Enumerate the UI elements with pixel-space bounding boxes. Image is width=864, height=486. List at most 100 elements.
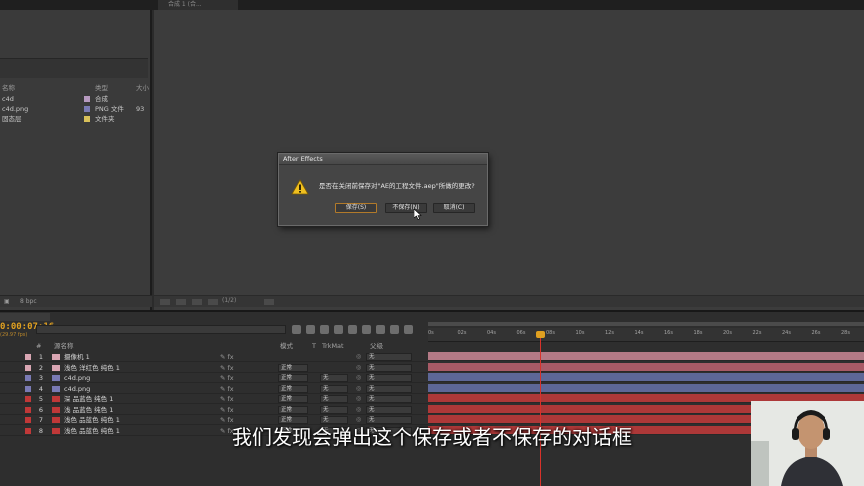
blend-mode-select[interactable]: 正常 bbox=[278, 395, 308, 403]
blend-mode-select[interactable]: 正常 bbox=[278, 374, 308, 382]
layer-duration-bar[interactable] bbox=[428, 383, 864, 393]
trkmat-select[interactable]: 无 bbox=[320, 374, 348, 382]
layer-name[interactable]: 浅 品蓝色 纯色 1 bbox=[64, 405, 194, 415]
layer-switches[interactable]: ✎ fx bbox=[220, 352, 250, 362]
blend-mode-select[interactable]: 正常 bbox=[278, 363, 308, 372]
parent-select[interactable]: 无 bbox=[366, 374, 412, 382]
brainstorm-icon[interactable] bbox=[362, 325, 371, 334]
layer-duration-bar[interactable] bbox=[428, 352, 864, 361]
save-button[interactable]: 保存(S) bbox=[335, 203, 377, 213]
video-subtitle: 我们发现会弹出这个保存或者不保存的对话框 bbox=[232, 425, 632, 449]
comp-mini-flowchart-icon[interactable] bbox=[292, 325, 301, 334]
project-col-size[interactable]: 大小 bbox=[136, 84, 149, 93]
layer-label-color[interactable] bbox=[25, 354, 31, 360]
layer-number: 6 bbox=[38, 405, 44, 414]
current-time-indicator-line[interactable] bbox=[540, 332, 541, 486]
layer-row[interactable]: 1 摄像机 1 ✎ fx ◎ 无 bbox=[0, 352, 428, 362]
pickwhip-icon[interactable]: ◎ bbox=[356, 373, 364, 383]
bpc-indicator[interactable]: 8 bpc bbox=[20, 296, 37, 308]
layer-switches[interactable]: ✎ fx bbox=[220, 394, 250, 404]
time-ruler[interactable]: 0s 02s 04s 06s 08s 10s 12s 14s 16s 18s 20s 22s 24s 26… bbox=[428, 328, 864, 342]
blend-mode-select[interactable]: 正常 bbox=[278, 384, 308, 393]
label-color-swatch[interactable] bbox=[84, 96, 90, 102]
layer-number: 5 bbox=[38, 395, 44, 403]
trkmat-select[interactable]: 无 bbox=[320, 384, 348, 393]
layer-switches[interactable]: ✎ fx bbox=[220, 373, 250, 383]
layer-label-color[interactable] bbox=[25, 396, 31, 402]
motion-blur-icon[interactable] bbox=[348, 325, 357, 334]
layer-label-color[interactable] bbox=[25, 385, 31, 392]
grid-toggle-icon[interactable] bbox=[176, 299, 186, 305]
layer-name[interactable]: 浅色 洋红色 纯色 1 bbox=[64, 363, 194, 373]
layer-row[interactable]: 3 c4d.png ✎ fx 正常 无 ◎ 无 bbox=[0, 373, 428, 383]
cancel-button[interactable]: 取消(C) bbox=[433, 203, 475, 213]
work-area-bar[interactable] bbox=[428, 322, 864, 326]
layer-name[interactable]: 深 品蓝色 纯色 1 bbox=[64, 394, 194, 404]
pickwhip-icon[interactable]: ◎ bbox=[356, 363, 364, 373]
layer-label-color[interactable] bbox=[25, 364, 31, 371]
layer-switches[interactable]: ✎ fx bbox=[220, 384, 250, 394]
region-icon[interactable] bbox=[264, 299, 274, 305]
mask-toggle-icon[interactable] bbox=[192, 299, 202, 305]
col-mode[interactable]: 模式 bbox=[280, 342, 293, 351]
ruler-tick-label: 02s bbox=[457, 330, 467, 336]
draft-3d-icon[interactable] bbox=[306, 325, 315, 334]
project-item[interactable]: 固态层 文件夹 bbox=[0, 114, 148, 124]
layer-label-color[interactable] bbox=[25, 375, 31, 381]
layer-switches[interactable]: ✎ fx bbox=[220, 363, 250, 373]
col-trkmat[interactable]: TrkMat bbox=[322, 342, 344, 351]
composition-tab[interactable]: 合成 1 (合... bbox=[158, 0, 238, 10]
dialog-message: 是否在关闭前保存对"AE的工程文件.aep"所做的更改? bbox=[319, 182, 475, 190]
pickwhip-icon[interactable]: ◎ bbox=[356, 394, 364, 404]
current-time-indicator[interactable] bbox=[536, 331, 545, 338]
keyframes-icon[interactable] bbox=[376, 325, 385, 334]
parent-select[interactable]: 无 bbox=[366, 395, 412, 403]
layer-row[interactable]: 6 浅 品蓝色 纯色 1 ✎ fx 正常 无 ◎ 无 bbox=[0, 405, 428, 415]
frame-blending-icon[interactable] bbox=[334, 325, 343, 334]
pickwhip-icon[interactable]: ◎ bbox=[356, 405, 364, 415]
blend-mode-select[interactable]: 正常 bbox=[278, 405, 308, 414]
pickwhip-icon[interactable]: ◎ bbox=[356, 384, 364, 394]
col-parent[interactable]: 父级 bbox=[370, 342, 383, 351]
magnification-control[interactable] bbox=[160, 299, 170, 305]
project-col-name[interactable]: 名称 bbox=[2, 84, 15, 93]
layer-search-input[interactable] bbox=[36, 325, 286, 334]
label-color-swatch[interactable] bbox=[84, 106, 90, 112]
parent-select[interactable]: 无 bbox=[366, 405, 412, 414]
graph-editor-icon[interactable] bbox=[390, 325, 399, 334]
pickwhip-icon[interactable]: ◎ bbox=[356, 352, 364, 362]
project-item[interactable]: c4d.png PNG 文件 93 bbox=[0, 104, 148, 114]
layer-number: 1 bbox=[38, 353, 44, 361]
layer-name[interactable]: c4d.png bbox=[64, 384, 194, 394]
ruler-tick-label: 16s bbox=[664, 330, 673, 336]
layer-row[interactable]: 5 深 品蓝色 纯色 1 ✎ fx 正常 无 ◎ 无 bbox=[0, 394, 428, 404]
project-col-type[interactable]: 类型 bbox=[95, 84, 108, 93]
layer-duration-bar[interactable] bbox=[428, 362, 864, 372]
layer-label-color[interactable] bbox=[25, 406, 31, 413]
ruler-tick-label: 10s bbox=[575, 330, 585, 336]
layer-type-icon bbox=[52, 354, 60, 360]
ruler-tick-label: 12s bbox=[605, 330, 614, 336]
trkmat-select[interactable]: 无 bbox=[320, 405, 348, 414]
col-source-name[interactable]: 源名称 bbox=[54, 342, 74, 351]
timeline-tab[interactable] bbox=[0, 313, 50, 321]
time-stretch-icon[interactable] bbox=[404, 325, 413, 334]
layer-duration-bar[interactable] bbox=[428, 373, 864, 382]
label-color-swatch[interactable] bbox=[84, 116, 90, 122]
parent-select[interactable]: 无 bbox=[366, 384, 412, 393]
layer-row[interactable]: 2 浅色 洋红色 纯色 1 ✎ fx 正常 ◎ 无 bbox=[0, 363, 428, 373]
project-item[interactable]: c4d 合成 bbox=[0, 94, 148, 104]
trash-icon[interactable]: ▣ bbox=[4, 296, 10, 308]
layer-name[interactable]: 摄像机 1 bbox=[64, 352, 194, 362]
layer-name[interactable]: c4d.png bbox=[64, 373, 194, 383]
parent-select[interactable]: 无 bbox=[366, 363, 412, 372]
project-search-bar[interactable] bbox=[0, 58, 148, 78]
layer-switches[interactable]: ✎ fx bbox=[220, 405, 250, 415]
trkmat-select[interactable]: 无 bbox=[320, 395, 348, 403]
camera-icon[interactable] bbox=[208, 299, 218, 305]
mouse-cursor-icon bbox=[414, 209, 422, 220]
shy-icon[interactable] bbox=[320, 325, 329, 334]
layer-row[interactable]: 4 c4d.png ✎ fx 正常 无 ◎ 无 bbox=[0, 384, 428, 394]
parent-select[interactable]: 无 bbox=[366, 353, 412, 361]
resolution-selector[interactable]: (1/2) bbox=[222, 297, 236, 304]
